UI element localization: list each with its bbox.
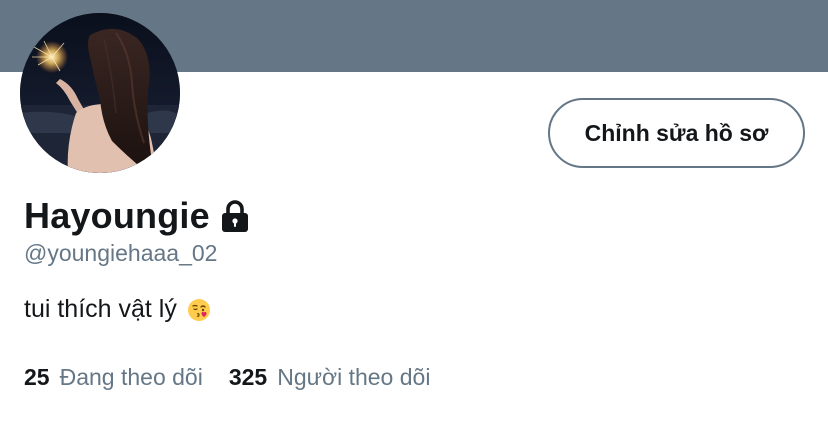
- followers-stat[interactable]: 325 Người theo dõi: [229, 364, 431, 391]
- avatar-photo: [20, 13, 180, 173]
- following-count: 25: [24, 364, 50, 390]
- profile-name-row: Hayoungie: [24, 194, 251, 238]
- profile-bio: tui thích vật lý: [24, 295, 211, 324]
- following-label: Đang theo dõi: [59, 364, 203, 390]
- avatar[interactable]: [20, 13, 180, 173]
- face-throwing-kiss-emoji: [187, 298, 211, 322]
- followers-count: 325: [228, 364, 268, 390]
- profile-page: Chỉnh sửa hồ sơ Hayoungie @youngiehaaa_0…: [0, 0, 828, 433]
- edit-profile-label: Chỉnh sửa hồ sơ: [584, 119, 769, 146]
- lock-icon: [219, 199, 251, 233]
- following-stat[interactable]: 25 Đang theo dõi: [24, 364, 203, 391]
- profile-stats: 25 Đang theo dõi 325 Người theo dõi: [24, 364, 430, 391]
- edit-profile-button[interactable]: Chỉnh sửa hồ sơ: [548, 98, 805, 168]
- bio-text: tui thích vật lý: [24, 295, 177, 323]
- followers-label: Người theo dõi: [277, 364, 431, 390]
- profile-handle: @youngiehaaa_02: [24, 240, 218, 266]
- display-name: Hayoungie: [24, 195, 210, 236]
